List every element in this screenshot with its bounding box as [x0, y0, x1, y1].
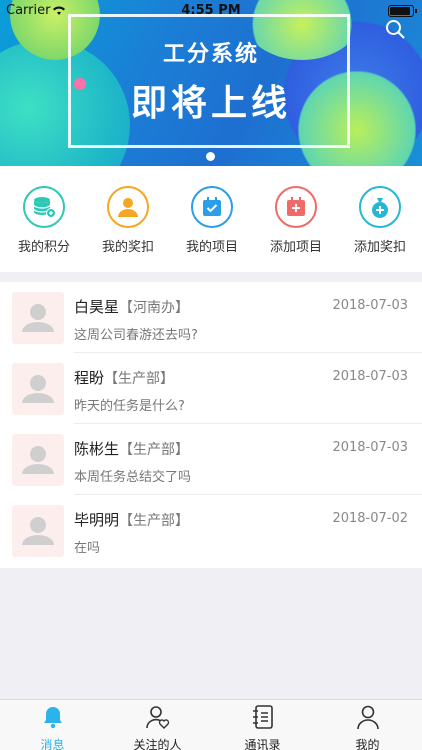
message-list: 白昊星【河南办】 2018-07-03 这周公司春游还去吗? 程盼【生产部】 2…: [0, 282, 422, 568]
list-item[interactable]: 毕明明【生产部】 2018-07-02 在吗: [0, 495, 422, 566]
message-preview: 在吗: [74, 541, 101, 556]
battery-icon: [388, 5, 417, 17]
user-icon: [107, 186, 149, 228]
address-book-icon: [252, 705, 273, 729]
bell-icon: [43, 707, 62, 729]
contact-department: 【生产部】: [119, 513, 190, 529]
quick-item-label: 我的奖扣: [101, 240, 154, 255]
contact-name: 程盼: [74, 369, 105, 387]
status-bar: Carrier 4:55 PM: [0, 0, 422, 22]
tab-messages[interactable]: 消息: [0, 704, 105, 750]
message-preview: 昨天的任务是什么?: [74, 399, 185, 414]
quick-item-label: 我的项目: [185, 240, 238, 255]
quick-item-my-projects[interactable]: 我的项目: [170, 186, 254, 255]
quick-item-label: 添加奖扣: [353, 240, 406, 255]
quick-item-add-project[interactable]: 添加项目: [254, 186, 338, 255]
contact-name: 毕明明: [74, 511, 120, 529]
contact-name: 陈彬生: [74, 440, 120, 458]
message-date: 2018-07-03: [332, 369, 408, 384]
avatar: [12, 505, 64, 557]
message-date: 2018-07-02: [332, 511, 408, 526]
clock: 4:55 PM: [181, 3, 241, 18]
money-bag-add-icon: [359, 186, 401, 228]
message-preview: 这周公司春游还去吗?: [74, 328, 198, 343]
contact-department: 【生产部】: [104, 371, 175, 387]
contact-name-line: 白昊星【河南办】: [74, 296, 189, 317]
quick-item-label: 添加项目: [269, 240, 322, 255]
quick-menu: 我的积分 我的奖扣 我的项目 添加项目 添加奖扣: [0, 166, 422, 272]
tab-followed[interactable]: 关注的人: [105, 704, 210, 750]
user-heart-icon: [145, 706, 169, 729]
tab-label: 关注的人: [133, 738, 182, 750]
database-coin-icon: [23, 186, 65, 228]
avatar: [12, 292, 64, 344]
quick-item-my-points[interactable]: 我的积分: [2, 186, 86, 255]
contact-department: 【河南办】: [119, 300, 190, 316]
contact-name: 白昊星: [74, 298, 120, 316]
contact-department: 【生产部】: [119, 442, 190, 458]
list-item[interactable]: 白昊星【河南办】 2018-07-03 这周公司春游还去吗?: [0, 282, 422, 353]
message-preview: 本周任务总结交了吗: [74, 470, 192, 485]
banner-subtitle: 工分系统: [162, 42, 259, 67]
tab-label: 通讯录: [244, 738, 281, 750]
avatar: [12, 363, 64, 415]
tab-contacts[interactable]: 通讯录: [210, 704, 315, 750]
quick-item-add-reward[interactable]: 添加奖扣: [338, 186, 422, 255]
contact-name-line: 程盼【生产部】: [74, 367, 174, 388]
tab-label: 我的: [355, 738, 380, 750]
tab-me[interactable]: 我的: [315, 704, 420, 750]
avatar: [12, 434, 64, 486]
calendar-add-icon: [275, 186, 317, 228]
tab-bar: 消息 关注的人 通讯录 我的: [0, 699, 422, 750]
tab-label: 消息: [40, 738, 65, 750]
list-item[interactable]: 程盼【生产部】 2018-07-03 昨天的任务是什么?: [0, 353, 422, 424]
banner-title: 即将上线: [130, 83, 291, 124]
contact-name-line: 陈彬生【生产部】: [74, 438, 189, 459]
contact-name-line: 毕明明【生产部】: [74, 509, 189, 530]
banner-carousel[interactable]: 工分系统 即将上线: [0, 0, 422, 166]
list-item[interactable]: 陈彬生【生产部】 2018-07-03 本周任务总结交了吗: [0, 424, 422, 495]
message-date: 2018-07-03: [332, 298, 408, 313]
quick-item-my-rewards[interactable]: 我的奖扣: [86, 186, 170, 255]
person-icon: [356, 705, 379, 730]
carousel-page-indicator[interactable]: [206, 152, 215, 161]
quick-item-label: 我的积分: [17, 240, 70, 255]
message-date: 2018-07-03: [332, 440, 408, 455]
search-icon[interactable]: [384, 18, 406, 40]
calendar-check-icon: [191, 186, 233, 228]
